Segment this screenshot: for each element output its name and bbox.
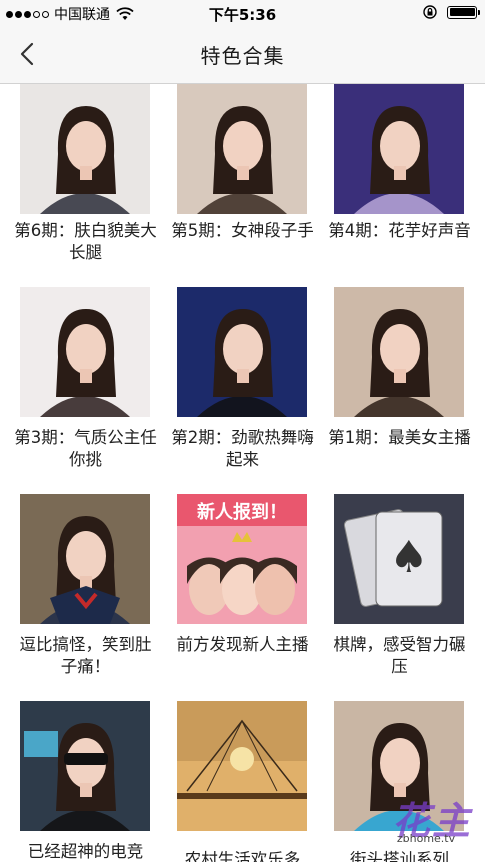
page-title: 特色合集 (200, 44, 285, 68)
collection-title: 前方发现新人主播 (176, 635, 309, 654)
collection-title: 第6期：肤白貌美大长腿 (14, 221, 157, 262)
collection-thumbnail (334, 287, 464, 417)
status-right (423, 5, 480, 19)
collection-thumbnail (177, 701, 307, 831)
watermark-url: zbhome.tv (396, 832, 456, 845)
collection-thumbnail (177, 287, 307, 417)
watermark: 花主 zbhome.tv (382, 790, 482, 862)
collection-grid-scroll[interactable]: 第6期：肤白貌美大长腿 第5期：女神段子手 第4期：花芋好声音 第3期：气质公主… (0, 84, 485, 862)
collection-title: 第3期：气质公主任你挑 (14, 428, 157, 469)
svg-text:♠: ♠ (389, 532, 428, 583)
collection-thumbnail: ♠ (334, 494, 464, 624)
collection-title: 棋牌，感受智力碾压 (333, 635, 466, 676)
collection-title: 已经超神的电竞 (27, 842, 144, 861)
collection-title: 第2期：劲歌热舞嗨起来 (171, 428, 314, 469)
collection-thumbnail (334, 84, 464, 214)
collection-title: 逗比搞怪，笑到肚子痛！ (19, 635, 152, 676)
status-bar: 中国联通 下午5:36 (0, 0, 485, 26)
collection-thumbnail (20, 287, 150, 417)
collection-thumbnail (20, 494, 150, 624)
collection-title: 第1期：最美女主播 (328, 428, 471, 447)
thumbnail-banner-text: 新人报到！ (197, 501, 287, 523)
collection-thumbnail (177, 84, 307, 214)
navigation-bar: 特色合集 (0, 26, 485, 84)
collection-title: 农村生活欢乐多 (184, 850, 301, 862)
collection-title: 第5期：女神段子手 (171, 221, 314, 240)
clock: 下午5:36 (208, 6, 277, 24)
collection-thumbnail (20, 84, 150, 214)
rotation-lock-icon (423, 5, 437, 19)
collection-thumbnail (20, 701, 150, 831)
battery-icon (447, 5, 480, 19)
collection-title: 第4期：花芋好声音 (328, 221, 471, 240)
collection-thumbnail: 新人报到！ (177, 494, 307, 624)
